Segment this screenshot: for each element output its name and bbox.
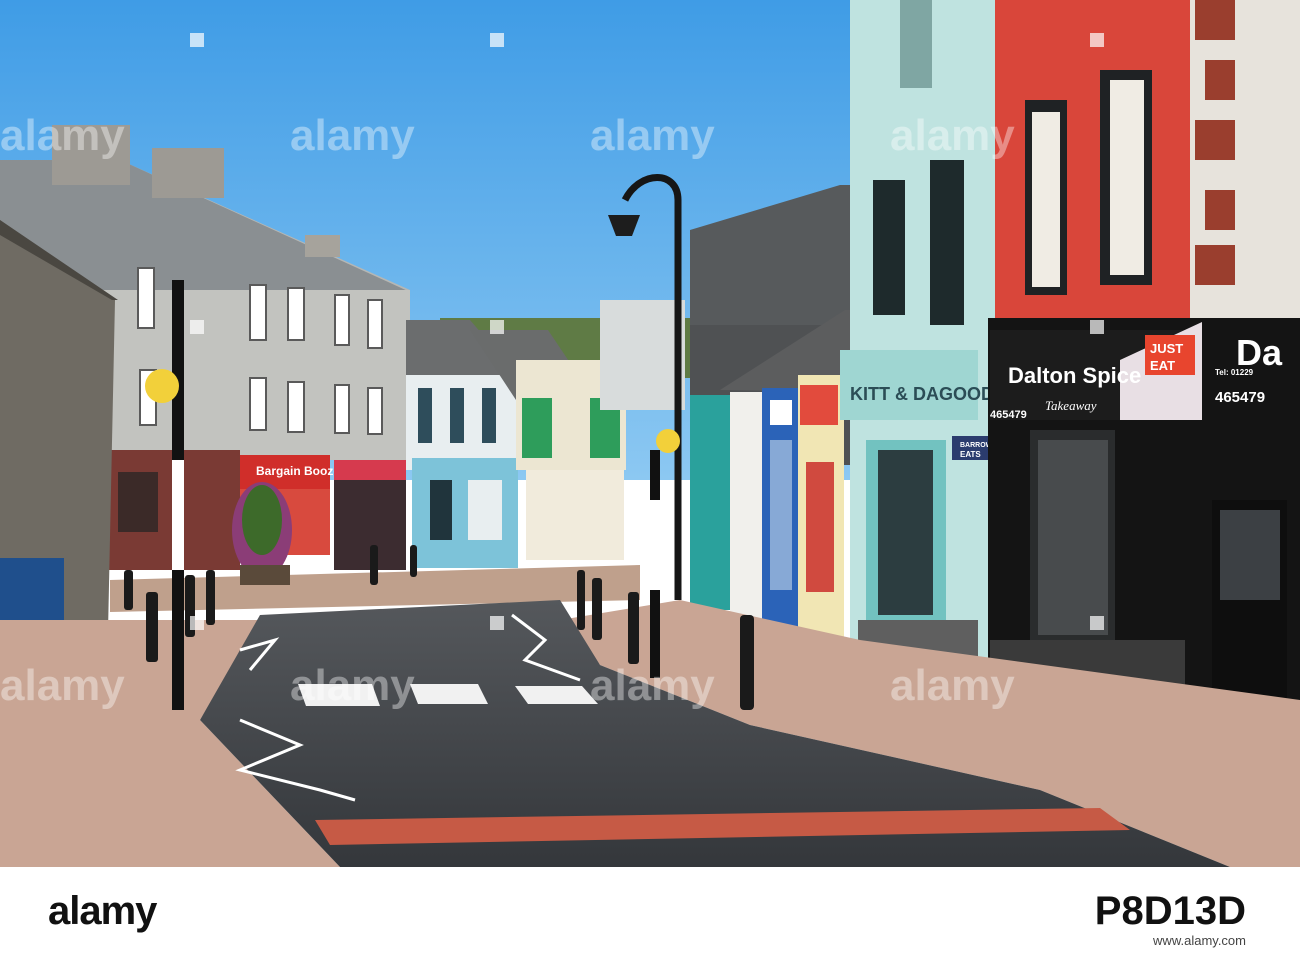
phone-right: 465479 — [1215, 389, 1265, 406]
red-building — [995, 0, 1300, 330]
flower-planter — [232, 482, 292, 585]
kitt-dagood-sign: KITT & DAGOOD E — [850, 384, 1011, 404]
watermark-strip: alamy P8D13D www.alamy.com — [0, 867, 1300, 957]
just-sign: JUST — [1150, 341, 1183, 356]
takeaway-sign: Takeaway — [1045, 398, 1097, 413]
street-photo: Bargain Booze KITT & DAGOOD E BARROW EAT… — [0, 0, 1300, 867]
phone-left: 465479 — [990, 409, 1027, 421]
photo-stage: Bargain Booze KITT & DAGOOD E BARROW EAT… — [0, 0, 1300, 957]
eat-sign: EAT — [1150, 358, 1175, 373]
dalton-spice-sign: Dalton Spice — [1008, 363, 1141, 388]
barrow-sign: BARROW — [960, 442, 993, 449]
dalton-spice-front: JUST EAT Dalton Spice Takeaway 465479 Te… — [988, 318, 1300, 720]
bargain-booze-sign: Bargain Booze — [256, 464, 340, 478]
small-shopfronts — [690, 375, 844, 645]
alamy-logo: alamy — [48, 889, 157, 933]
alamy-url: www.alamy.com — [1153, 933, 1246, 948]
ds-sign: Da — [1236, 332, 1283, 373]
zebra-crossing — [298, 684, 598, 706]
image-id: P8D13D — [1094, 889, 1246, 933]
mint-building: KITT & DAGOOD E BARROW EATS — [840, 0, 1011, 680]
eats-sign: EATS — [960, 450, 981, 459]
